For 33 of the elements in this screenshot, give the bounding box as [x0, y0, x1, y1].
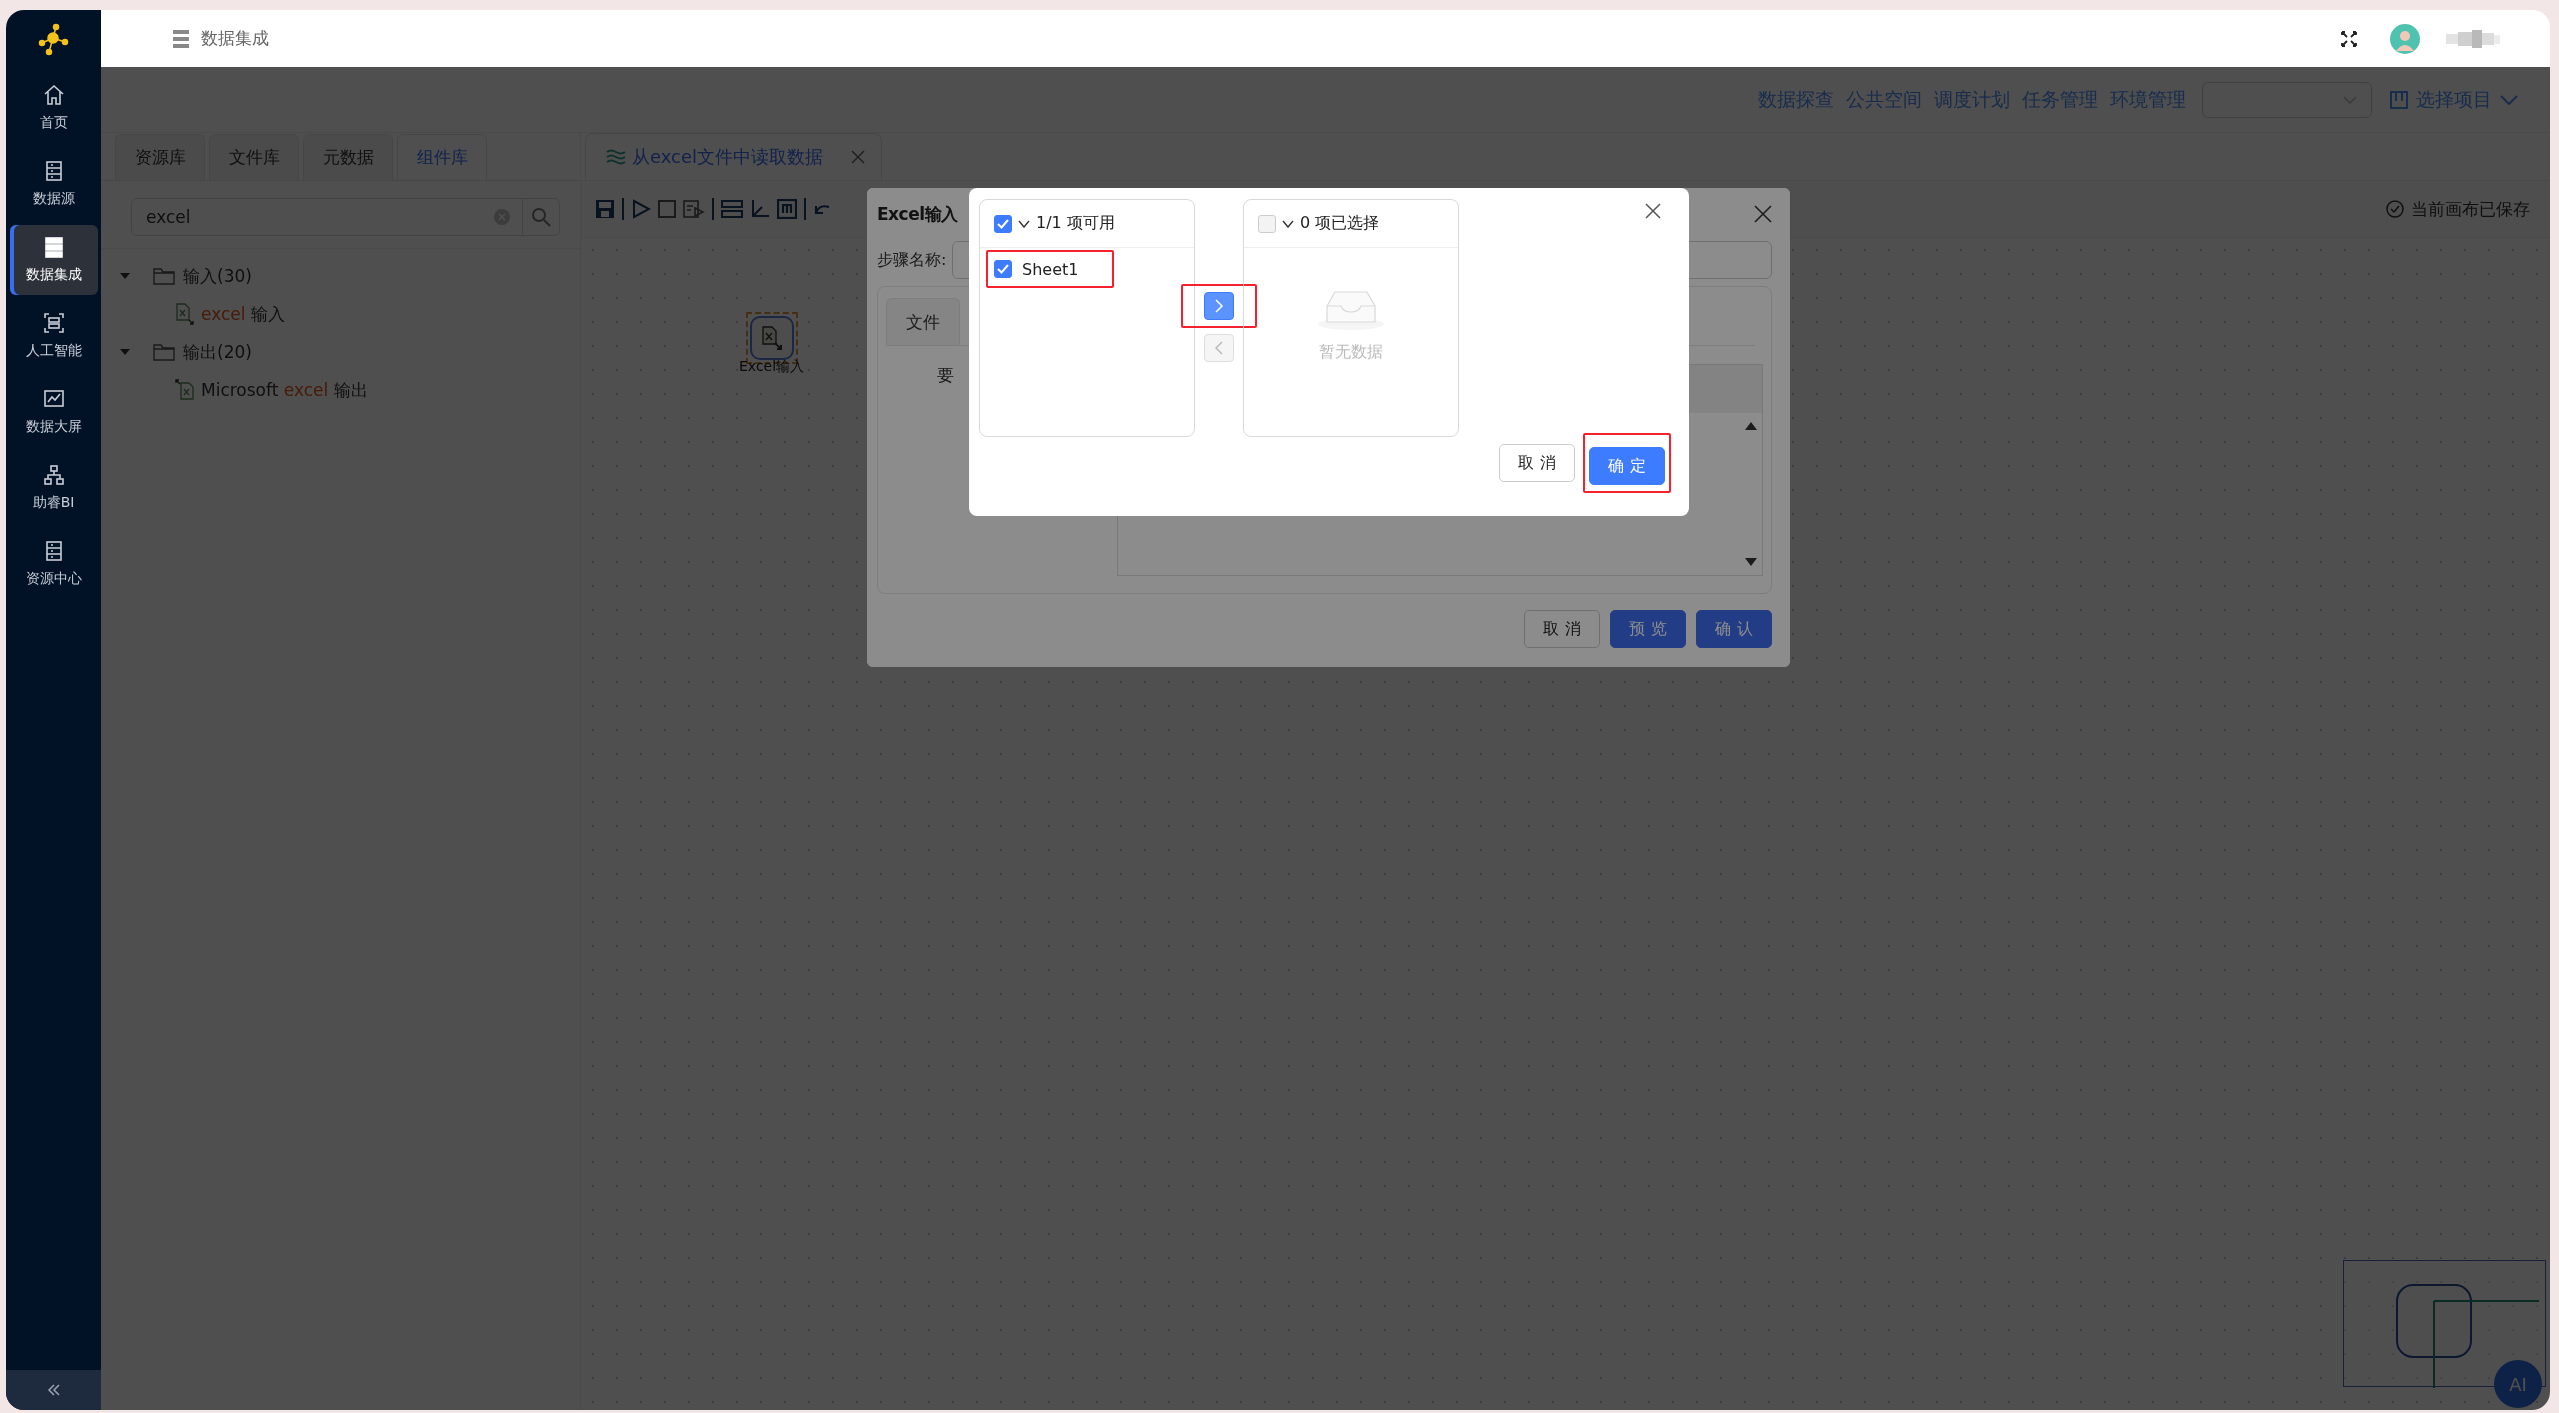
tree-folder[interactable]: 输入(30) [183, 264, 252, 288]
search-field[interactable]: excel [131, 198, 523, 236]
page-title: 数据集成 [201, 27, 269, 50]
empty-text: 暂无数据 [1319, 342, 1383, 363]
sheet-item[interactable]: Sheet1 [988, 252, 1112, 286]
library-tab[interactable]: 文件库 [209, 134, 299, 180]
dialog-button[interactable]: 确 认 [1696, 610, 1772, 648]
library-tab[interactable]: 组件库 [397, 134, 487, 180]
editor-tab[interactable]: 从excel文件中读取数据 [585, 133, 883, 180]
item-count: 0 项已选择 [1300, 213, 1380, 234]
sidebar-item[interactable]: 首页 [9, 73, 98, 143]
tree-item[interactable]: excel 输入 [201, 302, 285, 326]
sidebar-item[interactable]: 助睿BI [9, 453, 98, 523]
dialog-tab[interactable]: 文件 [886, 298, 960, 345]
cancel-button[interactable]: 取 消 [1499, 444, 1575, 482]
item-count: 1/1 项可用 [1036, 213, 1115, 234]
sidebar-item[interactable]: 数据集成 [9, 225, 98, 295]
library-tab[interactable]: 元数据 [303, 134, 393, 180]
confirm-button[interactable]: 确 定 [1589, 447, 1665, 485]
dialog-button[interactable]: 取 消 [1524, 610, 1600, 648]
dialog-button[interactable]: 预 览 [1610, 610, 1686, 648]
save-status: 当前画布已保存 [2411, 197, 2530, 221]
field-label: 要 [937, 364, 955, 387]
sidebar-item[interactable]: 资源中心 [9, 529, 98, 599]
tree-folder[interactable]: 输出(20) [183, 340, 252, 364]
sidebar-item[interactable]: 数据源 [9, 149, 98, 219]
library-tab[interactable]: 资源库 [115, 134, 205, 180]
field-label: 步骤名称: [877, 249, 947, 271]
sidebar-item[interactable]: 数据大屏 [9, 377, 98, 447]
sidebar-item[interactable]: 人工智能 [9, 301, 98, 371]
tree-item[interactable]: Microsoft excel 输出 [201, 378, 368, 402]
ai-assistant-button[interactable]: AI [2494, 1360, 2542, 1408]
dialog-title: Excel输入 [877, 202, 958, 226]
